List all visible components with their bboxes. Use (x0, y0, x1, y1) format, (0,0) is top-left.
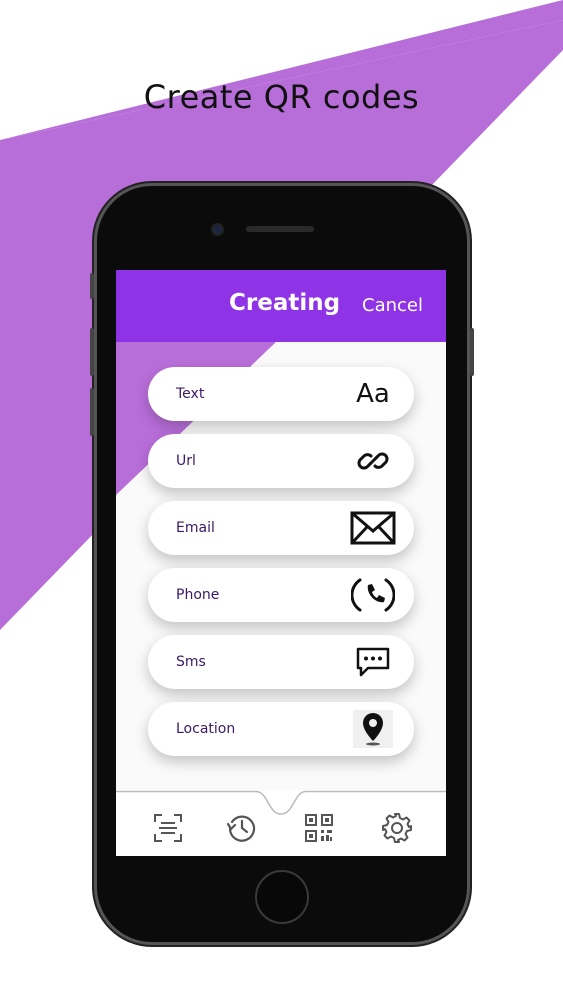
tab-settings[interactable] (381, 812, 413, 844)
history-icon (226, 815, 256, 842)
app-header: Creating Cancel (116, 270, 446, 342)
list-item-email[interactable]: Email (148, 501, 414, 555)
list-item-url[interactable]: Url (148, 434, 414, 488)
text-aa-glyph: Aa (356, 379, 390, 409)
tab-scan[interactable] (152, 812, 184, 844)
map-pin-icon (350, 710, 396, 748)
scan-icon (154, 814, 182, 842)
promo-title: Create QR codes (143, 78, 420, 116)
tab-create[interactable] (303, 812, 335, 844)
tab-history[interactable] (226, 812, 258, 844)
bottom-tab-bar (116, 790, 446, 856)
front-camera (213, 225, 222, 234)
phone-mute-switch (90, 273, 94, 299)
list-item-label: Sms (176, 654, 206, 670)
home-button[interactable] (255, 870, 309, 924)
list-item-label: Url (176, 453, 196, 469)
list-item-text[interactable]: Text Aa (148, 367, 414, 421)
page-title: Creating (229, 290, 341, 316)
phone-screen: Creating Cancel Text Aa Url Email Phone … (116, 270, 446, 856)
gear-icon (382, 813, 412, 843)
phone-volume-down (90, 388, 94, 436)
text-aa-icon: Aa (350, 375, 396, 413)
screen-background (116, 270, 446, 856)
chat-bubble-icon (350, 643, 396, 681)
list-item-location[interactable]: Location (148, 702, 414, 756)
earpiece-speaker (246, 226, 314, 232)
link-icon (350, 442, 396, 480)
envelope-icon (350, 509, 396, 547)
list-item-phone[interactable]: Phone (148, 568, 414, 622)
list-item-sms[interactable]: Sms (148, 635, 414, 689)
phone-frame: Creating Cancel Text Aa Url Email Phone … (90, 183, 474, 945)
phone-volume-up (90, 328, 94, 376)
phone-power-button (470, 328, 474, 376)
qr-code-icon (305, 814, 333, 842)
list-item-label: Location (176, 721, 236, 737)
list-item-label: Phone (176, 587, 220, 603)
list-item-label: Text (176, 386, 205, 402)
list-item-label: Email (176, 520, 215, 536)
phone-icon (350, 576, 396, 614)
cancel-button[interactable]: Cancel (362, 295, 423, 316)
